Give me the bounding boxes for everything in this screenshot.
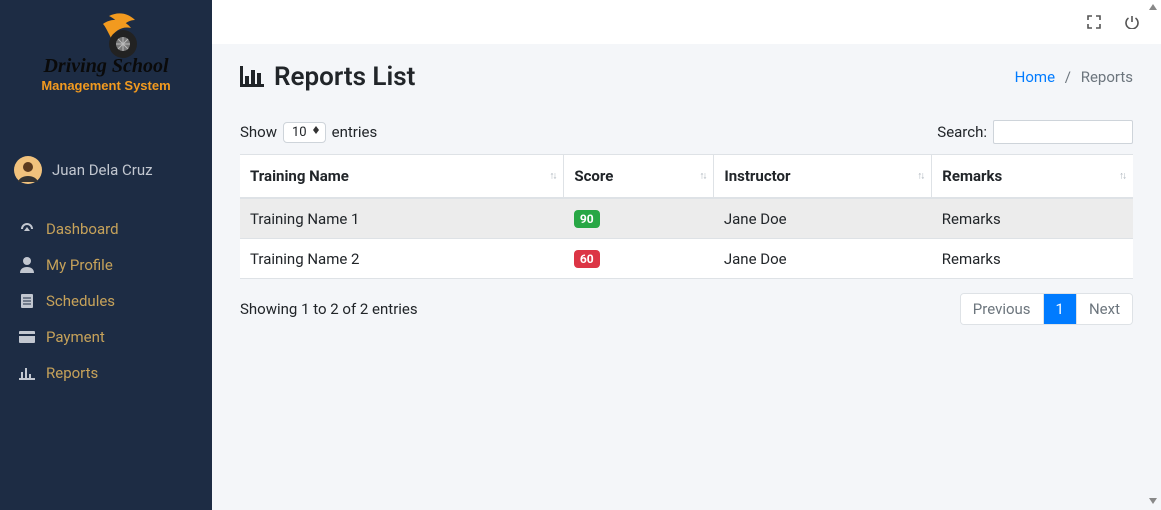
sort-icon: ↑↓: [917, 171, 923, 182]
nav-label: Schedules: [46, 292, 115, 310]
col-header-label: Instructor: [724, 167, 790, 185]
table-row: Training Name 2 60 Jane DoeRemarks: [240, 239, 1133, 279]
cell-remarks: Remarks: [932, 198, 1133, 239]
page-title: Reports List: [240, 62, 415, 92]
nav-item-schedules[interactable]: Schedules: [8, 284, 204, 318]
bar-chart-icon: [240, 66, 264, 88]
cell-instructor: Jane Doe: [714, 239, 932, 279]
power-icon[interactable]: [1125, 15, 1139, 29]
col-header-label: Training Name: [250, 167, 349, 185]
card-icon: [18, 331, 36, 343]
sort-icon: ↑↓: [699, 171, 705, 182]
page-title-text: Reports List: [274, 62, 415, 92]
cell-training-name: Training Name 2: [240, 239, 564, 279]
nav-label: Payment: [46, 328, 105, 346]
col-header[interactable]: Score ↑↓: [564, 155, 714, 199]
col-header-label: Score: [574, 167, 613, 185]
length-select[interactable]: 10: [283, 122, 326, 143]
table-info: Showing 1 to 2 of 2 entries: [240, 300, 418, 318]
page-prev[interactable]: Previous: [961, 294, 1043, 324]
main: Reports List Home / Reports Show 10 entr…: [212, 0, 1161, 510]
pagination: Previous 1 Next: [960, 293, 1133, 325]
logo-icon: Driving School Management System: [31, 10, 181, 94]
sidebar: Driving School Management System Juan De…: [0, 0, 212, 510]
user-name: Juan Dela Cruz: [52, 161, 153, 179]
user-icon: [18, 257, 36, 273]
entries-label: entries: [332, 123, 378, 141]
avatar: [14, 156, 42, 184]
search-label: Search:: [937, 123, 987, 141]
breadcrumb-sep: /: [1059, 68, 1077, 86]
col-header[interactable]: Remarks ↑↓: [932, 155, 1133, 199]
table-row: Training Name 1 90 Jane DoeRemarks: [240, 198, 1133, 239]
sort-icon: ↑↓: [1119, 171, 1125, 182]
nav-label: Dashboard: [46, 220, 119, 238]
vertical-scrollbar[interactable]: [1147, 0, 1159, 510]
cell-remarks: Remarks: [932, 239, 1133, 279]
fullscreen-icon[interactable]: [1087, 15, 1101, 29]
gauge-icon: [18, 221, 36, 237]
user-panel[interactable]: Juan Dela Cruz: [0, 146, 212, 194]
content: Reports List Home / Reports Show 10 entr…: [212, 44, 1161, 325]
search-input[interactable]: [993, 120, 1133, 144]
col-header-label: Remarks: [942, 167, 1002, 185]
sort-icon: ↑↓: [549, 171, 555, 182]
breadcrumb-home[interactable]: Home: [1015, 68, 1055, 86]
score-badge: 90: [574, 210, 600, 228]
cell-score: 60: [564, 239, 714, 279]
cell-instructor: Jane Doe: [714, 198, 932, 239]
nav-label: My Profile: [46, 256, 113, 274]
page-next[interactable]: Next: [1076, 294, 1132, 324]
breadcrumb: Home / Reports: [1015, 68, 1133, 86]
nav-item-profile[interactable]: My Profile: [8, 248, 204, 282]
svg-text:Management System: Management System: [41, 78, 170, 93]
page-1[interactable]: 1: [1043, 294, 1076, 324]
search-control: Search:: [937, 120, 1133, 144]
book-icon: [18, 293, 36, 309]
col-header[interactable]: Instructor ↑↓: [714, 155, 932, 199]
nav-item-dashboard[interactable]: Dashboard: [8, 212, 204, 246]
nav-item-reports[interactable]: Reports: [8, 356, 204, 390]
score-badge: 60: [574, 250, 600, 268]
show-label: Show: [240, 123, 277, 141]
nav-label: Reports: [46, 364, 98, 382]
nav-item-payment[interactable]: Payment: [8, 320, 204, 354]
svg-text:Driving School: Driving School: [42, 55, 168, 77]
col-header[interactable]: Training Name ↑↓: [240, 155, 564, 199]
scroll-up-icon[interactable]: [1149, 4, 1157, 12]
scroll-down-icon[interactable]: [1149, 498, 1157, 506]
brand-logo: Driving School Management System: [0, 0, 212, 102]
cell-training-name: Training Name 1: [240, 198, 564, 239]
chart-icon: [18, 366, 36, 380]
reports-card: Show 10 entries Search: Training Name↑↓S…: [240, 110, 1133, 325]
breadcrumb-current: Reports: [1081, 68, 1133, 86]
topbar: [212, 0, 1161, 44]
length-control: Show 10 entries: [240, 122, 377, 143]
reports-table: Training Name↑↓Score↑↓Instructor↑↓Remark…: [240, 154, 1133, 279]
nav: Dashboard My Profile Schedules Payment R…: [0, 194, 212, 392]
cell-score: 90: [564, 198, 714, 239]
